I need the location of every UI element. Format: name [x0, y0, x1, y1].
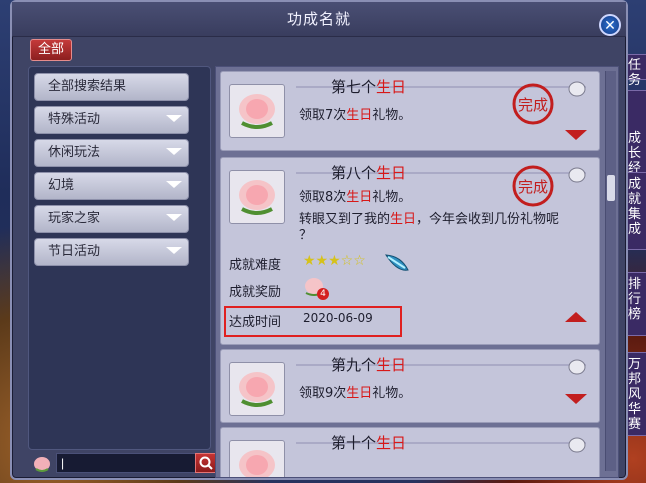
filter-tab-all[interactable]: 全部 [30, 39, 72, 61]
achievement-list: 第七个生日 领取7次生日礼物。 完成 第八个生日 领取8次生日礼物。 转眼又到了… [215, 66, 619, 478]
completion-time-label: 达成时间 [229, 315, 282, 330]
flavor-highlight: 生日 [390, 212, 417, 227]
desc-text: 领取8次 [299, 190, 347, 205]
title-highlight: 生日 [376, 78, 407, 96]
title-bar[interactable]: 功成名就 [12, 2, 626, 37]
chevron-down-icon [166, 181, 182, 188]
pearl-icon [568, 359, 586, 375]
reward-count-badge: 4 [317, 288, 329, 300]
achievement-flavor-text: 转眼又到了我的生日，今年会收到几份礼物呢 ？ [299, 212, 559, 244]
feather-icon [385, 254, 409, 271]
desc-text: 领取7次 [299, 108, 347, 123]
desc-highlight: 生日 [346, 190, 373, 205]
flavor-text: ，今年会收到几份礼物呢 [416, 212, 560, 227]
achievement-item[interactable]: 第七个生日 领取7次生日礼物。 完成 [220, 71, 600, 151]
pearl-icon [568, 167, 586, 183]
achievement-title: 第七个生日 [331, 76, 406, 97]
achievement-window: 功成名就 ✕ 全部 全部搜索结果 特殊活动 休闲玩法 幻境 玩家之家 节日活动 [10, 0, 628, 480]
chevron-down-icon [166, 148, 182, 155]
expand-toggle[interactable] [565, 394, 587, 404]
achievement-title: 第十个生日 [331, 432, 406, 453]
category-illusion[interactable]: 幻境 [34, 172, 189, 200]
category-all-results[interactable]: 全部搜索结果 [34, 73, 189, 101]
desc-highlight: 生日 [346, 386, 373, 401]
peach-icon [34, 457, 50, 472]
title-text: 第十个 [331, 434, 377, 452]
side-tab-label: 排行榜 [627, 277, 641, 322]
achievement-title: 第九个生日 [331, 354, 406, 375]
title-text: 第七个 [331, 78, 377, 96]
difficulty-label: 成就难度 [229, 258, 282, 273]
category-player-home[interactable]: 玩家之家 [34, 205, 189, 233]
collapse-toggle[interactable] [565, 312, 587, 322]
expand-toggle[interactable] [565, 130, 587, 140]
title-highlight: 生日 [376, 164, 407, 182]
category-leisure[interactable]: 休闲玩法 [34, 139, 189, 167]
window-title: 功成名就 [286, 10, 351, 28]
side-tab-label: 任务 [627, 58, 641, 88]
pearl-icon [568, 81, 586, 97]
completed-seal-icon: 完成 [512, 83, 554, 125]
achievement-description: 领取7次生日礼物。 [299, 108, 411, 124]
chevron-down-icon [166, 115, 182, 122]
title-highlight: 生日 [376, 356, 407, 374]
achievement-item[interactable]: 第九个生日 领取9次生日礼物。 [220, 349, 600, 423]
achievement-icon-frame [229, 362, 285, 416]
category-festival[interactable]: 节日活动 [34, 238, 189, 266]
seal-text: 完成 [518, 96, 548, 114]
difficulty-stars: ★★★☆☆ [303, 253, 366, 269]
seal-text: 完成 [518, 178, 548, 196]
completion-time-value: 2020-06-09 [303, 311, 373, 325]
achievement-title: 第八个生日 [331, 162, 406, 183]
title-text: 第八个 [331, 164, 377, 182]
peach-icon [239, 94, 275, 129]
desc-text: 礼物。 [372, 190, 412, 205]
category-label: 幻境 [48, 178, 75, 193]
completed-seal-icon: 完成 [512, 165, 554, 207]
search-icon [199, 456, 213, 470]
chevron-down-icon [166, 214, 182, 221]
peach-icon [239, 372, 275, 407]
desc-text: 领取9次 [299, 386, 347, 401]
category-label: 全部搜索结果 [48, 79, 127, 94]
title-highlight: 生日 [376, 434, 407, 452]
category-label: 节日活动 [48, 244, 101, 259]
achievement-icon-frame [229, 170, 285, 224]
flavor-text: ？ [299, 228, 313, 243]
side-tab-label: 成就集成 [627, 177, 641, 237]
category-label: 休闲玩法 [48, 145, 101, 160]
desc-highlight: 生日 [346, 108, 373, 123]
desc-text: 礼物。 [372, 108, 412, 123]
desc-text: 礼物。 [372, 386, 412, 401]
search-bar [28, 453, 217, 475]
list-scrollbar[interactable] [605, 71, 616, 471]
scroll-thumb[interactable] [607, 175, 615, 201]
reward-label: 成就奖励 [229, 285, 282, 300]
flavor-text: 转眼又到了我的 [299, 212, 391, 227]
category-panel: 全部搜索结果 特殊活动 休闲玩法 幻境 玩家之家 节日活动 [28, 66, 211, 450]
achievement-description: 领取8次生日礼物。 [299, 190, 411, 206]
title-text: 第九个 [331, 356, 377, 374]
achievement-description: 领取9次生日礼物。 [299, 386, 411, 402]
category-special-events[interactable]: 特殊活动 [34, 106, 189, 134]
achievement-item[interactable]: 第十个生日 [220, 427, 600, 477]
achievement-icon-frame [229, 440, 285, 477]
chevron-down-icon [166, 247, 182, 254]
achievement-icon-frame [229, 84, 285, 138]
search-button[interactable] [195, 453, 217, 473]
close-button[interactable]: ✕ [599, 14, 621, 36]
category-label: 玩家之家 [48, 211, 101, 226]
achievement-item-expanded[interactable]: 第八个生日 领取8次生日礼物。 转眼又到了我的生日，今年会收到几份礼物呢 ？ 完… [220, 157, 600, 345]
category-label: 特殊活动 [48, 112, 101, 127]
side-tab-label: 万邦风华赛 [627, 357, 641, 432]
reward-item[interactable]: 4 [303, 276, 329, 300]
peach-icon [239, 180, 275, 215]
peach-icon [239, 450, 275, 477]
pearl-icon [568, 437, 586, 453]
search-input[interactable] [56, 453, 196, 473]
